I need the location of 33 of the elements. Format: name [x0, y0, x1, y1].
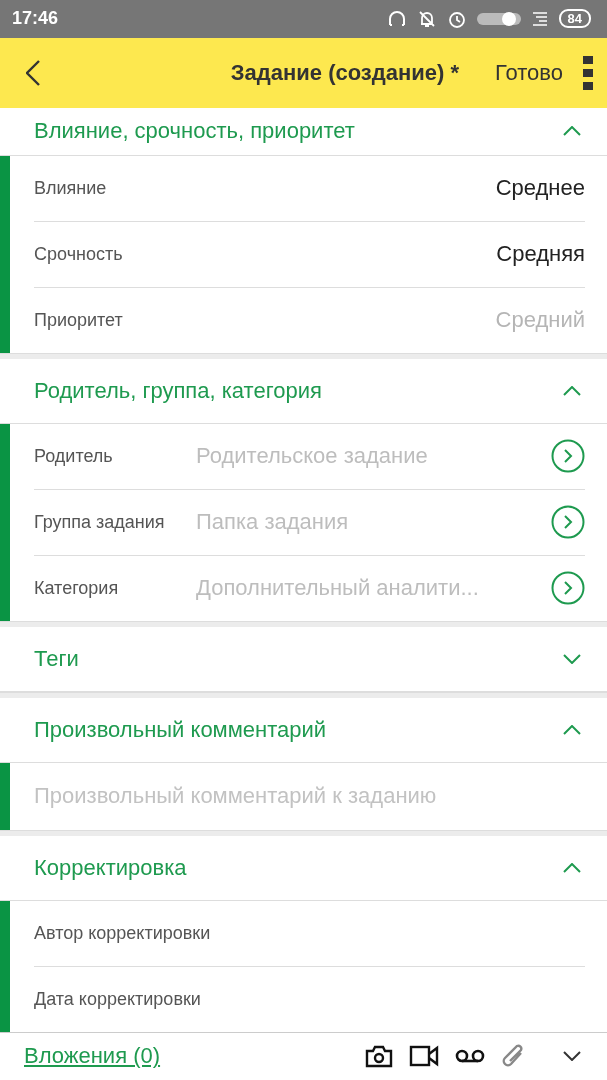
- menu-button[interactable]: [583, 55, 593, 90]
- section-header[interactable]: Влияние, срочность, приоритет: [0, 107, 607, 156]
- toggle-icon: [476, 11, 521, 26]
- camera-icon[interactable]: [365, 1044, 393, 1069]
- window-title: Задание (создание) *: [229, 59, 460, 86]
- field-label: Категория: [34, 577, 120, 599]
- headphones-icon: [386, 8, 407, 29]
- chevron-down-icon[interactable]: [563, 1051, 581, 1062]
- field-label: Автор корректировки: [34, 922, 211, 944]
- arrow-circle-icon[interactable]: [551, 571, 585, 606]
- field-label: Влияние: [34, 177, 107, 199]
- field-label: Группа задания: [34, 511, 166, 533]
- field-label: Срочность: [34, 243, 123, 265]
- video-camera-icon[interactable]: [409, 1045, 439, 1068]
- attachments-link[interactable]: Вложения (0): [24, 1043, 349, 1070]
- done-button[interactable]: Готово: [495, 59, 563, 86]
- arrow-circle-icon[interactable]: [551, 439, 585, 474]
- input-field[interactable]: Дополнительный аналити...: [196, 575, 551, 602]
- field-value[interactable]: Средняя: [496, 241, 585, 268]
- muted-bell-icon: [416, 8, 437, 29]
- status-time: 17:46: [12, 8, 60, 30]
- input-field[interactable]: Родительское задание: [196, 443, 551, 470]
- back-button[interactable]: [26, 59, 40, 86]
- field-label: Дата корректировки: [34, 988, 201, 1010]
- field-label: Родитель: [34, 445, 114, 467]
- field-placeholder[interactable]: Средний: [495, 307, 585, 334]
- input-field[interactable]: Папка задания: [196, 509, 551, 536]
- voicemail-icon[interactable]: [455, 1048, 485, 1065]
- battery-level: 84: [558, 9, 591, 29]
- field-label: Приоритет: [34, 309, 123, 331]
- signal-lines-icon: [530, 10, 549, 27]
- arrow-circle-icon[interactable]: [551, 505, 585, 540]
- field-value[interactable]: Среднее: [495, 175, 585, 202]
